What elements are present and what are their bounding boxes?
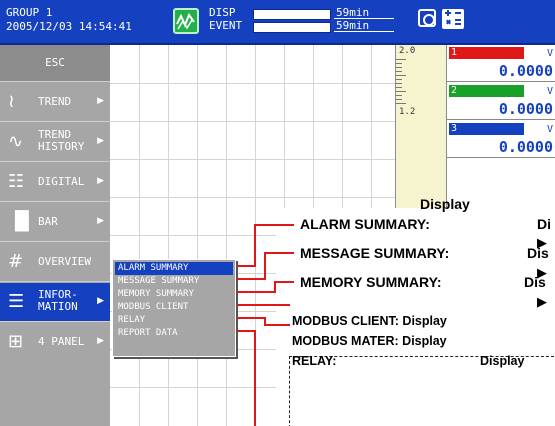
channel-color-bar	[449, 47, 524, 59]
trend-grid	[110, 45, 395, 426]
esc-label: ESC	[45, 56, 65, 69]
scale-mid-label: 1.2	[399, 107, 416, 117]
scale-top-label: 2.0	[399, 46, 416, 56]
chevron-right-icon: ▶	[97, 296, 104, 306]
channel-unit: V	[546, 48, 553, 59]
trend-display-icon[interactable]	[173, 8, 199, 34]
trend-icon: ≀	[8, 91, 15, 112]
menu-item-bar[interactable]: ▐▌ BAR ▶	[0, 203, 110, 241]
menu-item-label: INFOR- MATION	[38, 289, 78, 313]
calculator-icon[interactable]	[442, 9, 464, 29]
event-remaining: 59min	[336, 19, 370, 32]
menu-item-trend[interactable]: ≀ TREND ▶	[0, 83, 110, 121]
menu-divider	[0, 161, 110, 162]
channel-panel: 3 V 0.0000	[447, 121, 555, 158]
menu-divider	[0, 281, 110, 282]
digital-icon: ☷	[8, 171, 25, 192]
submenu-item-modbus-client[interactable]: MODBUS CLIENT	[115, 301, 233, 314]
channel-number: 1	[451, 47, 458, 58]
event-label: EVENT	[209, 19, 243, 32]
overview-icon: #	[8, 251, 24, 272]
menu-item-label: 4 PANEL	[38, 335, 85, 348]
submenu-item-alarm-summary[interactable]: ALARM SUMMARY	[115, 262, 233, 275]
menu-item-label: TREND	[38, 95, 72, 108]
camera-icon[interactable]	[418, 9, 436, 27]
menu-item-label: OVERVIEW	[38, 255, 91, 268]
menu-item-label-line2: MATION	[38, 300, 78, 313]
event-memory-bar	[253, 22, 331, 33]
menu-divider	[0, 81, 110, 82]
submenu-item-message-summary[interactable]: MESSAGE SUMMARY	[115, 275, 233, 288]
channel-unit: V	[546, 86, 553, 97]
channel-value: 0.0000	[498, 138, 553, 156]
submenu-item-memory-summary[interactable]: MEMORY SUMMARY	[115, 288, 233, 301]
information-icon: ☰	[8, 291, 25, 312]
channel-unit: V	[546, 124, 553, 135]
channel-number: 3	[451, 123, 458, 134]
menu-divider	[0, 321, 110, 322]
digital-panels: 1 V 0.0000 2 V 0.0000 3 V 0.0000	[447, 45, 555, 426]
menu-item-label: BAR	[38, 215, 58, 228]
menu-divider	[0, 241, 110, 242]
menu-divider	[0, 121, 110, 122]
trend-history-icon: ∿	[8, 131, 24, 152]
chevron-right-icon: ▶	[97, 336, 104, 346]
submenu-item-relay[interactable]: RELAY	[115, 314, 233, 327]
instrument-screen: GROUP 1 2005/12/03 14:54:41 DISP EVENT 5…	[0, 0, 555, 426]
disp-remaining: 59min	[336, 6, 370, 19]
four-panel-icon: ⊞	[8, 331, 24, 352]
information-submenu: ALARM SUMMARY MESSAGE SUMMARY MEMORY SUM…	[112, 259, 236, 357]
channel-color-bar	[449, 123, 524, 135]
disp-remaining-box: 59min	[334, 7, 394, 19]
chevron-right-icon: ▶	[97, 136, 104, 146]
menu-item-four-panel[interactable]: ⊞ 4 PANEL ▶	[0, 323, 110, 361]
status-bar: GROUP 1 2005/12/03 14:54:41 DISP EVENT 5…	[0, 0, 555, 45]
function-menu: ESC ≀ TREND ▶ ∿ TREND HISTORY ▶ ☷ DIGITAL…	[0, 45, 110, 426]
channel-color-bar	[449, 85, 524, 97]
chevron-right-icon: ▶	[97, 96, 104, 106]
menu-item-label: DIGITAL	[38, 175, 85, 188]
disp-label: DISP	[209, 6, 236, 19]
datetime-display: 2005/12/03 14:54:41	[6, 20, 132, 33]
disp-memory-bar	[253, 9, 331, 20]
menu-item-information[interactable]: ☰ INFOR- MATION ▶	[0, 283, 110, 321]
esc-button[interactable]: ESC	[0, 45, 110, 81]
menu-item-label-line2: HISTORY	[38, 140, 85, 153]
group-label[interactable]: GROUP 1	[6, 7, 52, 19]
menu-item-label: TREND HISTORY	[38, 129, 84, 153]
channel-value: 0.0000	[498, 62, 553, 80]
bar-graph-icon: ▐▌	[8, 211, 36, 232]
channel-panel: 2 V 0.0000	[447, 83, 555, 120]
menu-item-trend-history[interactable]: ∿ TREND HISTORY ▶	[0, 123, 110, 161]
channel-panel: 1 V 0.0000	[447, 45, 555, 82]
chevron-right-icon: ▶	[97, 216, 104, 226]
event-remaining-box: 59min	[334, 20, 394, 32]
chevron-right-icon: ▶	[97, 176, 104, 186]
menu-item-digital[interactable]: ☷ DIGITAL ▶	[0, 163, 110, 201]
channel-value: 0.0000	[498, 100, 553, 118]
channel-number: 2	[451, 85, 458, 96]
scale-strip: 2.0 1.2	[395, 45, 447, 426]
menu-divider	[0, 201, 110, 202]
menu-item-overview[interactable]: # OVERVIEW	[0, 243, 110, 281]
submenu-item-report-data[interactable]: REPORT DATA	[115, 327, 233, 340]
